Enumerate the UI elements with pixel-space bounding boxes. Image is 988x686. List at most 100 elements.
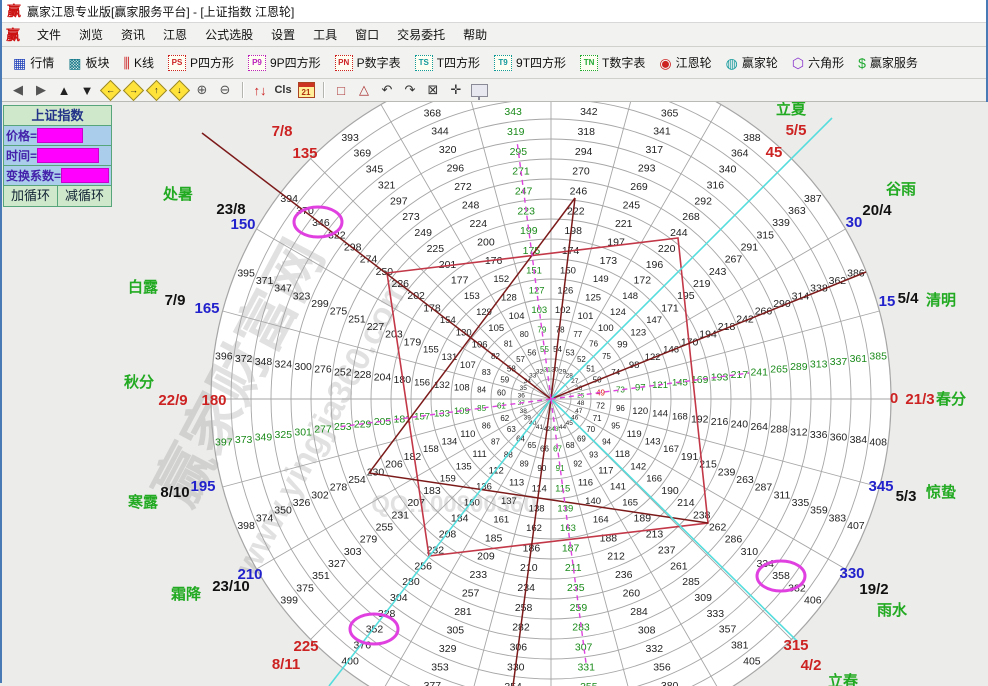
reduce-cycle-button[interactable]: 减循环 (58, 186, 111, 206)
pan-right-icon[interactable]: ▶ (31, 81, 51, 99)
wheel-number: 107 (460, 360, 476, 371)
shift-down-icon[interactable]: ↓ (169, 81, 189, 99)
wheel-number: 396 (215, 351, 233, 363)
wheel-number: 97 (635, 383, 646, 394)
wheel-number: 53 (566, 349, 575, 358)
cls-icon[interactable]: Cls (273, 81, 293, 99)
menu-6[interactable]: 工具 (304, 23, 346, 46)
menu-0[interactable]: 文件 (28, 23, 70, 46)
wheel-number: 267 (725, 254, 743, 266)
toolbar-sectors-button[interactable]: ▩板块 (63, 51, 114, 74)
wheel-number: 192 (691, 413, 709, 425)
center-view-icon[interactable]: ✛ (446, 81, 466, 99)
shift-left-icon[interactable]: ← (100, 81, 120, 99)
wheel-number: 171 (661, 302, 679, 314)
toolbar-9p-square-button[interactable]: P99P四方形 (243, 51, 326, 74)
wheel-number: 355 (580, 681, 598, 686)
menu-9[interactable]: 帮助 (454, 23, 496, 46)
ts-badge-icon: TS (415, 55, 433, 71)
wheel-number: 316 (707, 179, 725, 191)
add-cycle-button[interactable]: 加循环 (4, 186, 58, 206)
gann-wheel-canvas[interactable]: 赢家财富网www.yingjia360.comQQ:10080036025262… (2, 102, 988, 686)
wheel-number: 278 (330, 482, 348, 494)
price-input[interactable] (37, 128, 83, 143)
wheel-number: 373 (235, 434, 253, 446)
toolbar-t-square-button[interactable]: TST四方形 (410, 51, 485, 74)
wheel-number: 309 (694, 592, 712, 604)
menu-2[interactable]: 资讯 (112, 23, 154, 46)
presentation-icon[interactable] (469, 81, 489, 99)
toolbar-service-button[interactable]: $赢家服务 (853, 51, 923, 74)
pan-up-icon[interactable]: ▲ (54, 81, 74, 99)
wheel-number: 395 (237, 267, 255, 279)
pan-down-icon[interactable]: ▼ (77, 81, 97, 99)
wheel-number: 179 (404, 336, 422, 348)
wheel-number: 249 (414, 227, 432, 239)
rect-tool-icon[interactable]: □ (331, 81, 351, 99)
wheel-number: 158 (423, 444, 439, 455)
zoom-in-icon[interactable]: ⊕ (192, 81, 212, 99)
wheel-number: 83 (482, 368, 491, 377)
wheel-number: 263 (736, 474, 754, 486)
wheel-number: 123 (630, 327, 646, 338)
toolbar-quotes-button[interactable]: ▦行情 (8, 51, 59, 74)
toolbar-gann-wheel-button[interactable]: ◉江恩轮 (654, 51, 716, 74)
wheel-number: 233 (470, 569, 488, 581)
angle-date-label: 21/3 (905, 391, 934, 408)
wheel-number: 331 (577, 661, 595, 673)
rotate-cw-icon[interactable]: ↷ (400, 81, 420, 99)
calendar-icon[interactable]: 21 (296, 81, 316, 99)
wheel-number: 312 (790, 426, 808, 438)
rotate-ccw-icon[interactable]: ↶ (377, 81, 397, 99)
menu-5[interactable]: 设置 (262, 23, 304, 46)
wheel-number: 272 (454, 181, 472, 193)
menu-1[interactable]: 浏览 (70, 23, 112, 46)
wheel-number: 119 (627, 429, 642, 440)
solar-term-label: 春分 (936, 390, 966, 408)
shift-up-icon[interactable]: ↑ (146, 81, 166, 99)
shift-right-icon[interactable]: → (123, 81, 143, 99)
solar-term-label: 清明 (926, 291, 956, 309)
wheel-number: 37 (518, 400, 526, 407)
wheel-number: 134 (441, 436, 457, 447)
zoom-out-icon[interactable]: ⊖ (215, 81, 235, 99)
toolbar-winner-wheel-button[interactable]: ◍赢家轮 (721, 51, 783, 74)
triangle-tool-icon[interactable]: △ (354, 81, 374, 99)
wheel-number: 75 (602, 352, 611, 361)
wheel-number: 216 (711, 416, 729, 428)
toolbar-p-table-button[interactable]: PNP数字表 (330, 51, 406, 74)
toolbar-hexagon-button[interactable]: ⬡六角形 (787, 51, 849, 74)
wheel-number: 344 (431, 126, 449, 138)
solar-term-label: 寒露 (128, 493, 159, 511)
wheel-number: 164 (593, 514, 609, 525)
wheel-number: 70 (586, 425, 595, 434)
wheel-number: 110 (460, 429, 475, 440)
pan-left-icon[interactable]: ◀ (8, 81, 28, 99)
angle-date-label: 180 (201, 392, 226, 409)
menu-4[interactable]: 公式选股 (196, 23, 262, 46)
wheel-number: 289 (790, 361, 808, 373)
wheel-number: 117 (598, 466, 613, 477)
time-input[interactable] (37, 148, 99, 163)
coefficient-input[interactable] (61, 168, 109, 183)
dollar-icon: $ (858, 56, 866, 70)
wheel-number: 183 (423, 485, 441, 497)
wheel-number: 182 (404, 451, 422, 463)
chart-area[interactable]: 赢家财富网www.yingjia360.comQQ:10080036025262… (2, 102, 986, 686)
wheel-number: 80 (520, 330, 529, 339)
toolbar-t-table-button[interactable]: TNT数字表 (575, 51, 650, 74)
wheel-number: 77 (573, 330, 582, 339)
wheel-number: 51 (586, 364, 595, 373)
toolbar-kline-button[interactable]: ⫼K线 (119, 51, 159, 74)
delete-box-icon[interactable]: ⊠ (423, 81, 443, 99)
price-time-toggle-icon[interactable]: ↑↓ (250, 81, 270, 99)
wheel-number: 94 (602, 437, 611, 446)
blocks-icon: ▩ (68, 56, 81, 70)
wheel-number: 243 (709, 266, 727, 278)
menu-7[interactable]: 窗口 (346, 23, 388, 46)
wheel-number: 347 (274, 283, 292, 295)
toolbar-p-square-button[interactable]: PSP四方形 (163, 51, 239, 74)
menu-3[interactable]: 江恩 (154, 23, 196, 46)
toolbar-9t-square-button[interactable]: T99T四方形 (489, 51, 571, 74)
menu-8[interactable]: 交易委托 (388, 23, 454, 46)
